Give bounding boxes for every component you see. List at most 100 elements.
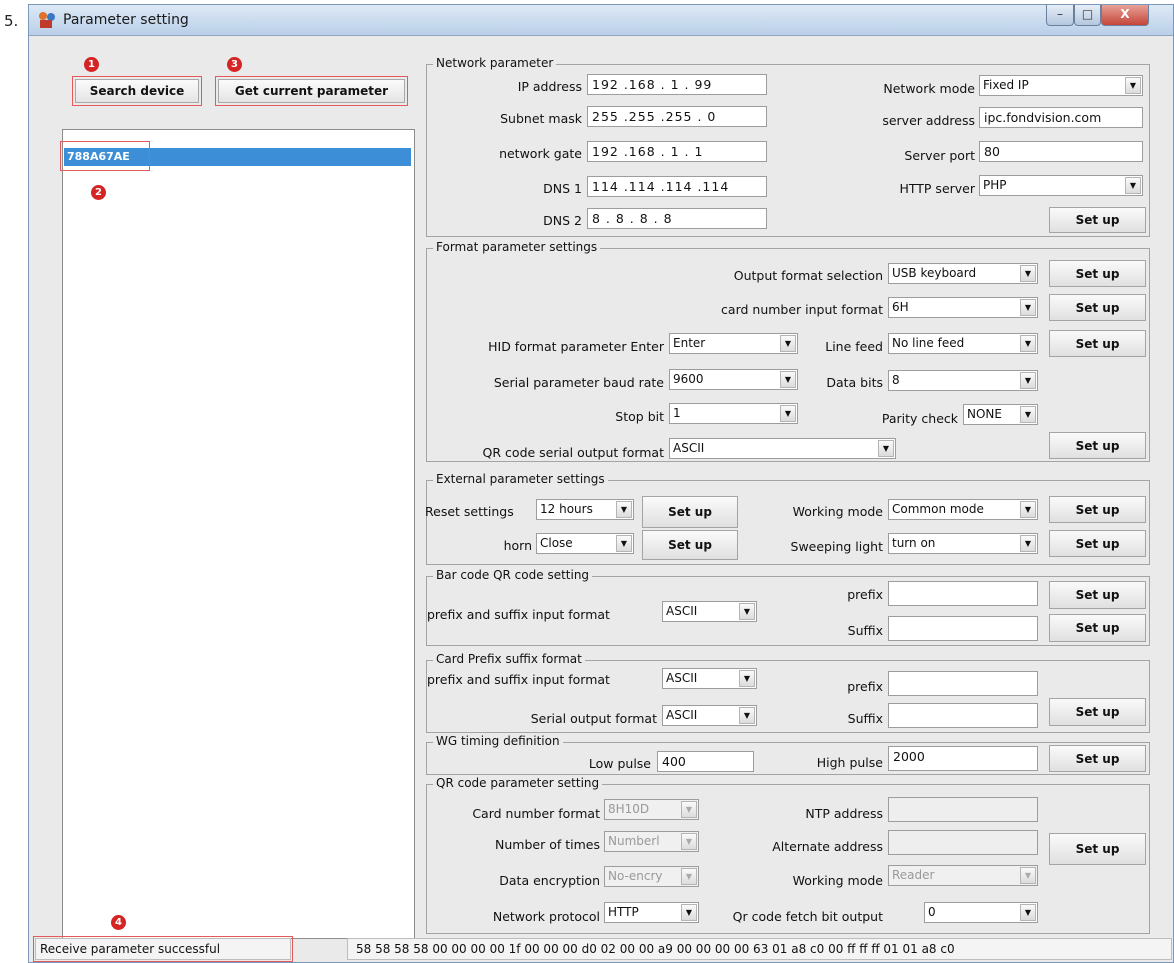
horn-dropdown[interactable]: Close ▼ bbox=[536, 533, 634, 554]
qr-card-number-format-dropdown[interactable]: 8H10D ▼ bbox=[604, 799, 699, 820]
network-gate-label: network gate bbox=[499, 146, 582, 161]
card-prefix-setup-button[interactable]: Set up bbox=[1049, 698, 1146, 726]
network-protocol-dropdown[interactable]: HTTP ▼ bbox=[604, 902, 699, 923]
barcode-suffix-setup-button[interactable]: Set up bbox=[1049, 614, 1146, 642]
network-parameter-group: Network parameter IP address 192 .168 . … bbox=[426, 56, 1150, 237]
network-mode-dropdown[interactable]: Fixed IP ▼ bbox=[979, 75, 1143, 96]
sweeping-light-value: turn on bbox=[892, 536, 936, 550]
stop-bit-dropdown[interactable]: 1 ▼ bbox=[669, 403, 798, 424]
reset-settings-label: Reset settings bbox=[425, 504, 514, 519]
device-list[interactable]: 788A67AE bbox=[62, 129, 415, 939]
title-bar: Parameter setting – □ X bbox=[29, 5, 1173, 36]
chevron-down-icon: ▼ bbox=[780, 371, 796, 388]
qr-serial-format-label: QR code serial output format bbox=[482, 445, 664, 460]
horn-setup-button[interactable]: Set up bbox=[642, 530, 738, 560]
output-format-dropdown[interactable]: USB keyboard ▼ bbox=[888, 263, 1038, 284]
http-server-dropdown[interactable]: PHP ▼ bbox=[979, 175, 1143, 196]
card-number-format-label: card number input format bbox=[721, 302, 883, 317]
network-protocol-label: Network protocol bbox=[492, 909, 600, 924]
high-pulse-label: High pulse bbox=[816, 755, 883, 770]
parity-check-value: NONE bbox=[967, 407, 1002, 421]
fetch-bit-output-dropdown[interactable]: 0 ▼ bbox=[924, 902, 1038, 923]
qr-serial-format-dropdown[interactable]: ASCII ▼ bbox=[669, 438, 896, 459]
subnet-mask-label: Subnet mask bbox=[500, 111, 582, 126]
badge-2: 2 bbox=[91, 185, 106, 200]
baud-rate-dropdown[interactable]: 9600 ▼ bbox=[669, 369, 798, 390]
card-number-setup-button[interactable]: Set up bbox=[1049, 294, 1146, 321]
reset-setup-button[interactable]: Set up bbox=[642, 496, 738, 528]
barcode-setting-group: Bar code QR code setting prefix and suff… bbox=[426, 568, 1150, 646]
dns1-field[interactable]: 114 .114 .114 .114 bbox=[587, 176, 767, 197]
format-parameter-title: Format parameter settings bbox=[433, 240, 601, 254]
card-suffix-field[interactable] bbox=[888, 703, 1038, 728]
network-mode-label: Network mode bbox=[883, 81, 975, 96]
qr-card-number-format-value: 8H10D bbox=[608, 802, 650, 816]
chevron-down-icon: ▼ bbox=[878, 440, 894, 457]
subnet-mask-field[interactable]: 255 .255 .255 . 0 bbox=[587, 106, 767, 127]
dns1-label: DNS 1 bbox=[543, 181, 582, 196]
dns2-field[interactable]: 8 . 8 . 8 . 8 bbox=[587, 208, 767, 229]
chevron-down-icon: ▼ bbox=[1020, 406, 1036, 423]
chevron-down-icon: ▼ bbox=[681, 801, 697, 818]
sweeping-light-dropdown[interactable]: turn on ▼ bbox=[888, 533, 1038, 554]
data-bits-dropdown[interactable]: 8 ▼ bbox=[888, 370, 1038, 391]
barcode-suffix-field[interactable] bbox=[888, 616, 1038, 641]
server-address-label: server address bbox=[882, 113, 975, 128]
server-address-field[interactable]: ipc.fondvision.com bbox=[979, 107, 1143, 128]
app-icon bbox=[39, 12, 55, 28]
serial-output-format-dropdown[interactable]: ASCII ▼ bbox=[662, 705, 757, 726]
chevron-down-icon: ▼ bbox=[681, 904, 697, 921]
server-port-field[interactable]: 80 bbox=[979, 141, 1143, 162]
alternate-address-field[interactable] bbox=[888, 830, 1038, 855]
card-psinput-dropdown[interactable]: ASCII ▼ bbox=[662, 668, 757, 689]
reset-settings-dropdown[interactable]: 12 hours ▼ bbox=[536, 499, 634, 520]
highlight-box-2 bbox=[60, 141, 150, 171]
working-mode-setup-button[interactable]: Set up bbox=[1049, 496, 1146, 523]
chevron-down-icon: ▼ bbox=[1020, 904, 1036, 921]
serial-output-format-label: Serial output format bbox=[530, 711, 657, 726]
working-mode-label: Working mode bbox=[792, 504, 883, 519]
card-prefix-field[interactable] bbox=[888, 671, 1038, 696]
ip-address-field[interactable]: 192 .168 . 1 . 99 bbox=[587, 74, 767, 95]
chevron-down-icon: ▼ bbox=[739, 670, 755, 687]
qr-parameter-title: QR code parameter setting bbox=[433, 776, 603, 790]
wg-setup-button[interactable]: Set up bbox=[1049, 745, 1146, 772]
sweeping-light-setup-button[interactable]: Set up bbox=[1049, 530, 1146, 557]
barcode-psinput-dropdown[interactable]: ASCII ▼ bbox=[662, 601, 757, 622]
low-pulse-label: Low pulse bbox=[588, 756, 651, 771]
server-port-label: Server port bbox=[904, 148, 975, 163]
hid-setup-button[interactable]: Set up bbox=[1049, 330, 1146, 357]
card-number-format-dropdown[interactable]: 6H ▼ bbox=[888, 297, 1038, 318]
network-setup-button[interactable]: Set up bbox=[1049, 207, 1146, 233]
parity-check-dropdown[interactable]: NONE ▼ bbox=[963, 404, 1038, 425]
minimize-button[interactable]: – bbox=[1046, 5, 1074, 26]
chevron-down-icon: ▼ bbox=[616, 535, 632, 552]
chevron-down-icon: ▼ bbox=[1020, 265, 1036, 282]
hid-enter-dropdown[interactable]: Enter ▼ bbox=[669, 333, 798, 354]
chevron-down-icon: ▼ bbox=[739, 707, 755, 724]
line-feed-dropdown[interactable]: No line feed ▼ bbox=[888, 333, 1038, 354]
external-parameter-group: External parameter settings Reset settin… bbox=[425, 472, 1150, 565]
card-psinput-value: ASCII bbox=[666, 671, 698, 685]
chevron-down-icon: ▼ bbox=[1020, 535, 1036, 552]
ntp-address-field[interactable] bbox=[888, 797, 1038, 822]
high-pulse-field[interactable]: 2000 bbox=[888, 746, 1038, 771]
output-format-setup-button[interactable]: Set up bbox=[1049, 260, 1146, 287]
chevron-down-icon: ▼ bbox=[1020, 501, 1036, 518]
close-button[interactable]: X bbox=[1101, 5, 1149, 26]
data-encryption-dropdown[interactable]: No-encry ▼ bbox=[604, 866, 699, 887]
qr-parameter-setup-button[interactable]: Set up bbox=[1049, 833, 1146, 865]
maximize-button[interactable]: □ bbox=[1074, 5, 1101, 26]
barcode-prefix-setup-button[interactable]: Set up bbox=[1049, 581, 1146, 609]
baud-rate-value: 9600 bbox=[673, 372, 704, 386]
badge-3: 3 bbox=[227, 57, 242, 72]
working-mode-dropdown[interactable]: Common mode ▼ bbox=[888, 499, 1038, 520]
barcode-prefix-field[interactable] bbox=[888, 581, 1038, 606]
number-of-times-dropdown[interactable]: Numberl ▼ bbox=[604, 831, 699, 852]
card-prefix-group: Card Prefix suffix format prefix and suf… bbox=[426, 652, 1150, 733]
qr-serial-setup-button[interactable]: Set up bbox=[1049, 432, 1146, 459]
qr-working-mode-dropdown[interactable]: Reader ▼ bbox=[888, 865, 1038, 886]
chevron-down-icon: ▼ bbox=[681, 833, 697, 850]
low-pulse-field[interactable]: 400 bbox=[657, 751, 754, 772]
network-gate-field[interactable]: 192 .168 . 1 . 1 bbox=[587, 141, 767, 162]
